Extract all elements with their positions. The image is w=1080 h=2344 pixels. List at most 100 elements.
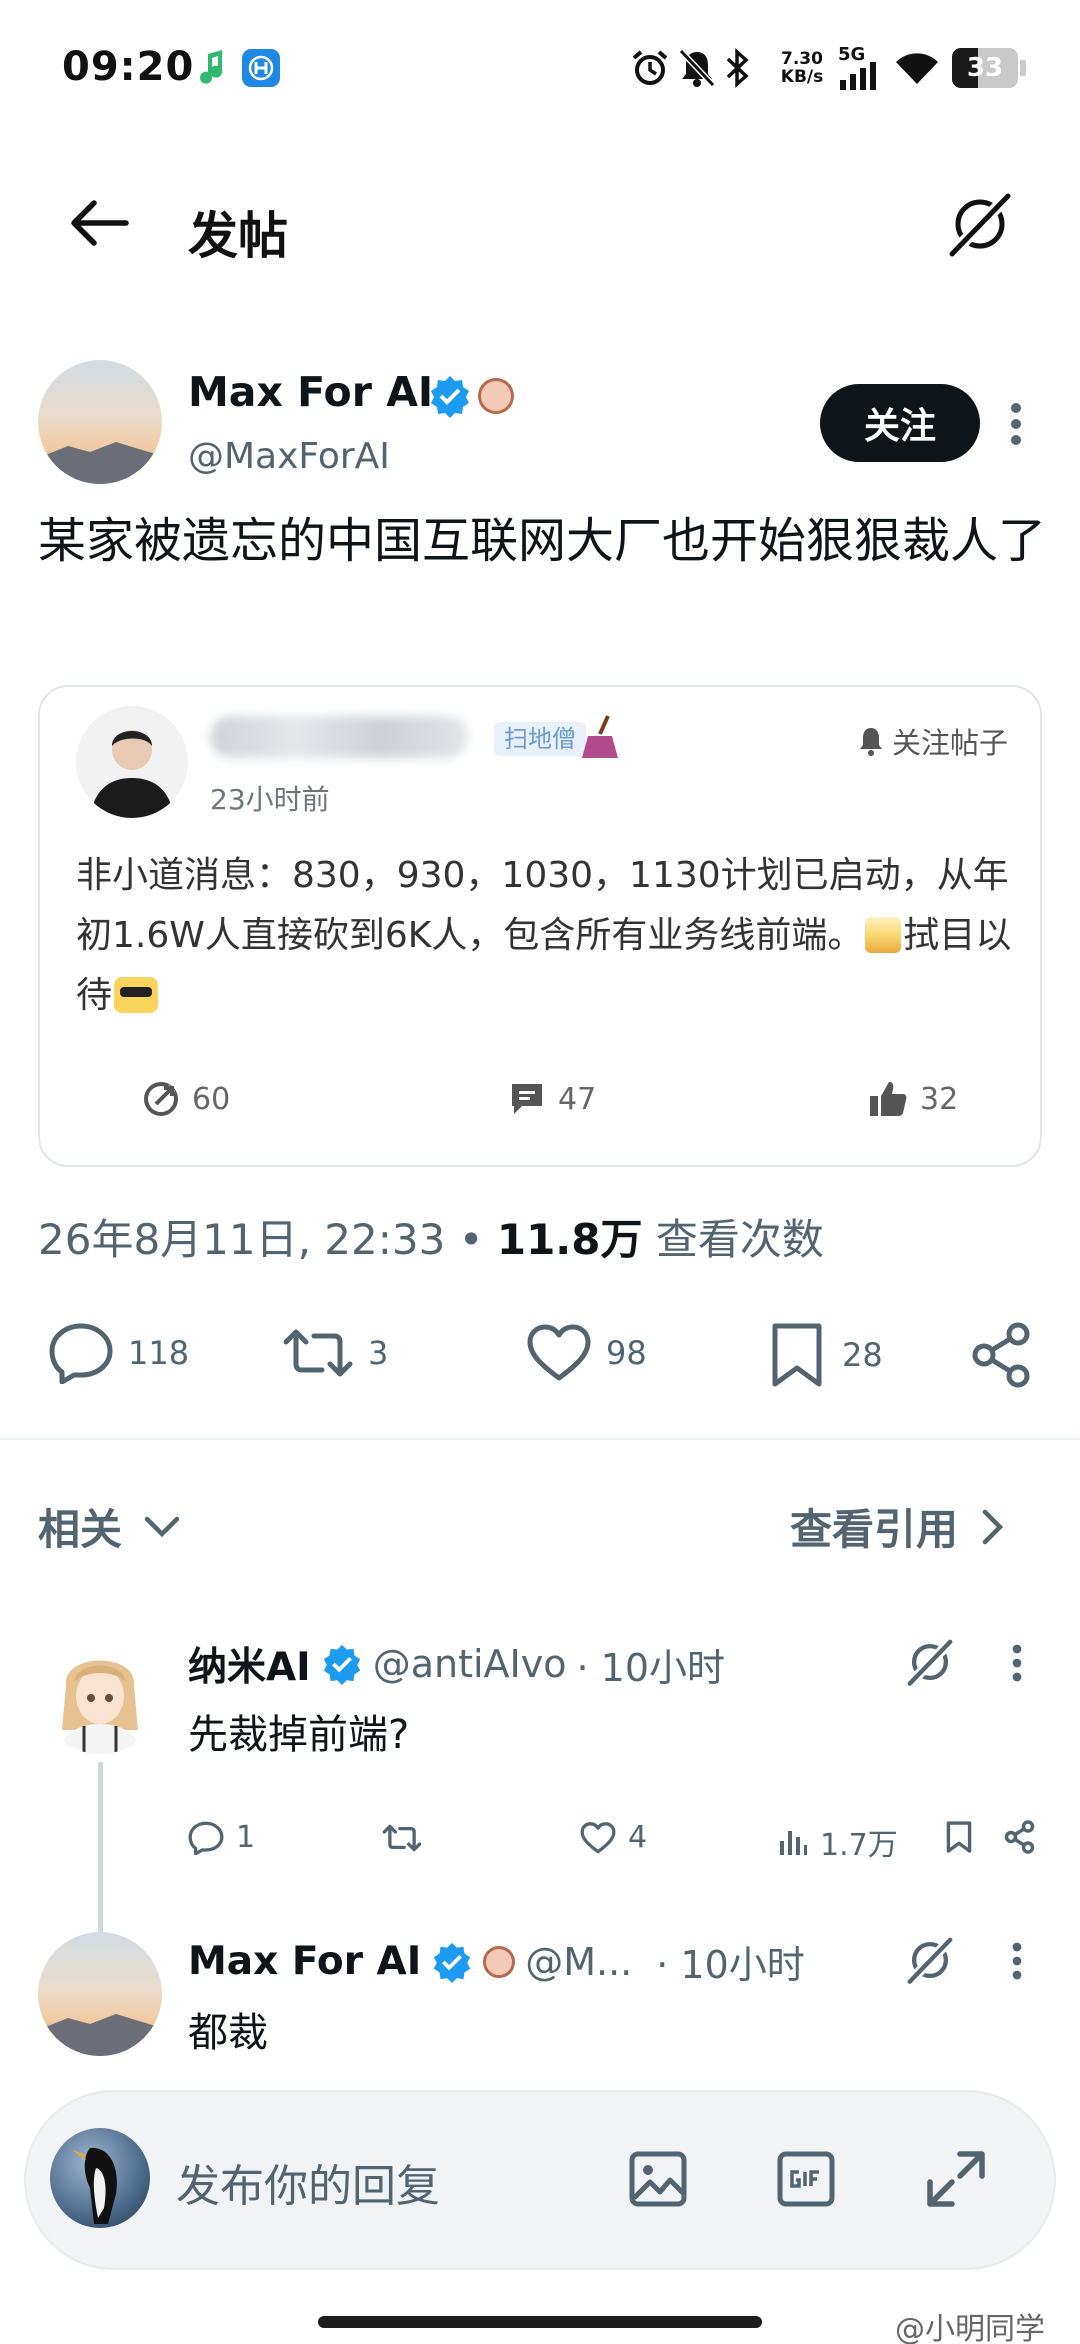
reply-text: 先裁掉前端? xyxy=(188,1712,410,1758)
battery-tip xyxy=(1020,60,1026,76)
bookmark-icon xyxy=(772,1323,822,1387)
expand-icon[interactable] xyxy=(926,2150,986,2208)
reply-repost-action[interactable] xyxy=(382,1822,422,1854)
repost-action[interactable]: 3 xyxy=(282,1324,388,1382)
more-options-icon[interactable] xyxy=(1010,1940,1024,1982)
views-chart-icon xyxy=(780,1831,807,1855)
card-like-stat[interactable]: 32 xyxy=(868,1080,958,1118)
reply-bookmark-icon[interactable] xyxy=(946,1820,972,1854)
share-icon[interactable] xyxy=(970,1322,1034,1388)
reply-avatar[interactable] xyxy=(38,1630,162,1754)
views-label: 查看次数 xyxy=(655,1215,824,1264)
emoji-badge-icon xyxy=(483,1945,516,1978)
reply-author-handle[interactable]: @M... xyxy=(525,1940,632,1984)
follow-button[interactable]: 关注 xyxy=(820,384,980,462)
reply-like-action[interactable]: 4 xyxy=(580,1820,647,1855)
card-author-badge: 扫地僧 xyxy=(494,722,586,756)
post-text: 某家被遗忘的中国互联网大厂也开始狠狠裁人了 xyxy=(38,513,1047,569)
card-like-count: 32 xyxy=(920,1081,959,1117)
reply-header: Max For AI @M... · 10小时 xyxy=(188,1934,805,1989)
bookmark-count: 28 xyxy=(842,1336,883,1374)
reply-header: 纳米AI @antiAIvo · 10小时 xyxy=(188,1636,725,1692)
verified-badge-icon xyxy=(428,374,472,418)
battery-indicator: 33 xyxy=(952,48,1018,88)
reply-views-action[interactable]: 1.7万 xyxy=(778,1820,898,1864)
grok-icon[interactable] xyxy=(904,1636,956,1688)
home-indicator[interactable] xyxy=(318,2316,762,2328)
repost-count: 3 xyxy=(368,1334,389,1372)
views-count: 11.8万 xyxy=(496,1215,643,1264)
reply-input[interactable]: 发布你的回复 xyxy=(176,2150,440,2214)
sunglasses-emoji-icon xyxy=(114,977,159,1013)
chevron-down-icon xyxy=(144,1516,180,1537)
reply-comment-action[interactable]: 1 xyxy=(188,1820,255,1855)
related-dropdown[interactable]: 相关 xyxy=(38,1496,180,1557)
app-notification-icon xyxy=(242,49,280,87)
heart-icon xyxy=(580,1821,616,1853)
share-icon xyxy=(144,1082,178,1116)
popcorn-emoji-icon xyxy=(865,917,902,953)
network-speed: 7.30 KB/s xyxy=(780,49,824,87)
bluetooth-icon xyxy=(724,48,752,88)
more-options-icon[interactable] xyxy=(1010,1642,1024,1684)
card-author-name-blurred xyxy=(210,716,468,758)
music-notification-icon xyxy=(198,50,226,86)
section-divider xyxy=(0,1438,1080,1440)
mute-bell-icon xyxy=(678,48,716,88)
cell-signal-icon xyxy=(838,62,880,90)
repost-icon xyxy=(382,1824,422,1852)
broom-icon xyxy=(578,714,622,762)
related-label: 相关 xyxy=(38,1505,123,1554)
card-share-stat[interactable]: 60 xyxy=(142,1080,230,1118)
grok-icon[interactable] xyxy=(904,1934,956,1986)
more-options-icon[interactable] xyxy=(1008,400,1024,448)
reply-action[interactable]: 118 xyxy=(48,1322,189,1384)
author-handle[interactable]: @MaxForAI xyxy=(188,436,390,477)
reply-like-count: 4 xyxy=(628,1820,648,1855)
verified-badge-icon xyxy=(323,1644,360,1685)
verified-badge-icon xyxy=(434,1942,471,1983)
heart-icon xyxy=(527,1324,591,1381)
watermark: @小明同学 xyxy=(895,2312,1045,2344)
like-count: 98 xyxy=(606,1334,647,1372)
view-quotes-label: 查看引用 xyxy=(790,1505,959,1554)
reply-share-icon[interactable] xyxy=(1004,1820,1036,1854)
comment-icon xyxy=(512,1084,542,1114)
user-avatar xyxy=(50,2128,150,2228)
status-time: 09:20 xyxy=(62,44,195,90)
battery-level: 33 xyxy=(966,53,1004,83)
meta-separator: • xyxy=(458,1215,484,1264)
reply-avatar[interactable] xyxy=(38,1932,162,2056)
card-text: 非小道消息：830，930，1030，1130计划已启动，从年初1.6W人直接砍… xyxy=(76,846,1016,1026)
grok-icon[interactable] xyxy=(944,188,1016,260)
card-follow-button[interactable]: 关注帖子 xyxy=(856,720,1008,762)
card-avatar xyxy=(76,706,188,818)
card-follow-label: 关注帖子 xyxy=(892,726,1009,760)
emoji-badge-icon xyxy=(478,378,514,414)
bookmark-action[interactable]: 28 xyxy=(770,1322,883,1388)
card-comment-count: 47 xyxy=(558,1081,597,1117)
card-comment-stat[interactable]: 47 xyxy=(508,1080,596,1118)
reply-author-name[interactable]: Max For AI xyxy=(188,1939,421,1984)
view-quotes-link[interactable]: 查看引用 xyxy=(790,1496,1004,1557)
post-meta: 26年8月11日, 22:33 • 11.8万 查看次数 xyxy=(38,1206,824,1267)
card-share-count: 60 xyxy=(192,1081,231,1117)
post-timestamp: 26年8月11日, 22:33 xyxy=(38,1215,446,1264)
reply-author-handle[interactable]: @antiAIvo xyxy=(373,1642,567,1686)
reply-views-count: 1.7万 xyxy=(820,1828,898,1863)
author-avatar[interactable] xyxy=(38,360,162,484)
gif-icon[interactable] xyxy=(776,2150,836,2208)
bell-icon xyxy=(860,728,882,756)
author-name[interactable]: Max For AI xyxy=(188,368,433,416)
image-icon[interactable] xyxy=(628,2150,688,2208)
thumbs-up-icon xyxy=(870,1082,907,1116)
like-action[interactable]: 98 xyxy=(526,1324,647,1382)
card-post-time: 23小时前 xyxy=(210,783,330,816)
back-arrow-icon[interactable] xyxy=(66,198,130,248)
reply-comment-count: 1 xyxy=(236,1820,256,1855)
reply-time: · 10小时 xyxy=(656,1943,805,1987)
reply-author-name[interactable]: 纳米AI xyxy=(188,1636,311,1692)
thread-line xyxy=(98,1762,103,1932)
reply-count: 118 xyxy=(128,1334,190,1372)
wifi-icon xyxy=(894,50,940,86)
